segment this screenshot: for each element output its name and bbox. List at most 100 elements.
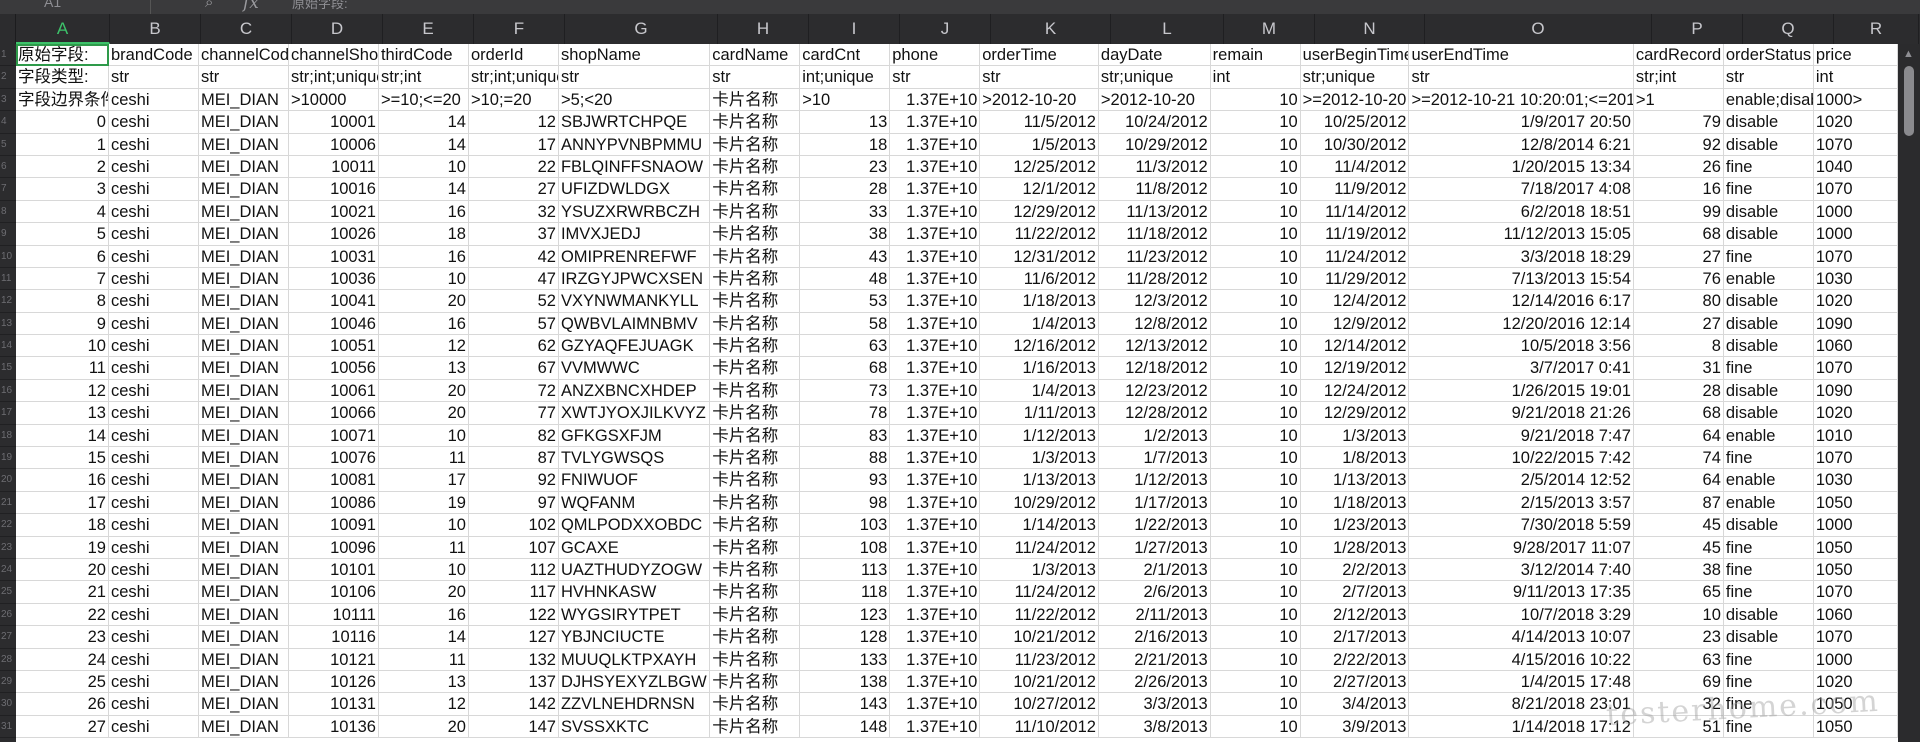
row-header[interactable]: 19 — [0, 447, 16, 470]
cell-b4[interactable]: ceshi — [108, 111, 199, 134]
cell-n29[interactable]: 2/27/2013 — [1300, 670, 1410, 694]
cell-i5[interactable]: 18 — [800, 133, 891, 156]
cell-j7[interactable]: 1.37E+10 — [890, 178, 981, 201]
cell-d16[interactable]: 10061 — [288, 379, 379, 403]
cell-n20[interactable]: 1/13/2013 — [1300, 469, 1410, 492]
cell-n16[interactable]: 12/24/2012 — [1300, 379, 1410, 403]
cell-e3[interactable]: >=10;<=20 — [378, 88, 469, 112]
cell-a12[interactable]: 8 — [16, 290, 109, 313]
cell-e31[interactable]: 20 — [378, 715, 469, 739]
cell-q18[interactable]: enable — [1723, 424, 1814, 448]
cell-b9[interactable]: ceshi — [108, 223, 199, 246]
cell-j19[interactable]: 1.37E+10 — [890, 447, 981, 470]
cell-i1[interactable]: cardCnt — [800, 44, 891, 67]
cell-j24[interactable]: 1.37E+10 — [890, 558, 981, 582]
cell-e7[interactable]: 14 — [378, 178, 469, 201]
cell-p25[interactable]: 65 — [1633, 581, 1724, 604]
cell-c8[interactable]: MEI_DIAN — [198, 200, 289, 224]
cell-d11[interactable]: 10036 — [288, 267, 379, 291]
cell-q22[interactable]: disable — [1723, 514, 1814, 537]
cell-o2[interactable]: str — [1409, 66, 1634, 89]
cell-g18[interactable]: GFKGSXFJM — [558, 424, 711, 448]
cell-i3[interactable]: >10 — [800, 88, 891, 112]
row-header[interactable]: 20 — [0, 469, 16, 492]
cell-o17[interactable]: 9/21/2018 21:26 — [1409, 402, 1634, 425]
cell-q13[interactable]: disable — [1723, 312, 1814, 336]
cell-i29[interactable]: 138 — [800, 670, 891, 694]
cell-r27[interactable]: 1070 — [1813, 626, 1898, 649]
cell-g11[interactable]: IRZGYJPWCXSEN — [558, 267, 711, 291]
cell-r17[interactable]: 1020 — [1813, 402, 1898, 425]
cell-r10[interactable]: 1070 — [1813, 245, 1898, 268]
cell-i10[interactable]: 43 — [800, 245, 891, 268]
cell-a23[interactable]: 19 — [16, 536, 109, 559]
column-header-d[interactable]: D — [292, 14, 383, 44]
cell-o19[interactable]: 10/22/2015 7:42 — [1409, 447, 1634, 470]
cell-c7[interactable]: MEI_DIAN — [198, 178, 289, 201]
cell-k3[interactable]: >2012-10-20 — [980, 88, 1099, 112]
cell-f30[interactable]: 142 — [468, 693, 559, 716]
cell-q9[interactable]: disable — [1723, 223, 1814, 246]
cell-k10[interactable]: 12/31/2012 — [980, 245, 1099, 268]
cell-j6[interactable]: 1.37E+10 — [890, 155, 981, 179]
cell-e21[interactable]: 19 — [378, 491, 469, 515]
cell-d31[interactable]: 10136 — [288, 715, 379, 739]
cell-f6[interactable]: 22 — [468, 155, 559, 179]
cell-a29[interactable]: 25 — [16, 670, 109, 694]
row-header[interactable]: 28 — [0, 649, 16, 671]
cell-r31[interactable]: 1050 — [1813, 715, 1898, 739]
cell-l5[interactable]: 10/29/2012 — [1098, 133, 1211, 156]
cell-r14[interactable]: 1060 — [1813, 335, 1898, 358]
cell-e4[interactable]: 14 — [378, 111, 469, 134]
cell-n18[interactable]: 1/3/2013 — [1300, 424, 1410, 448]
cell-g14[interactable]: GZYAQFEJUAGK — [558, 335, 711, 358]
cell-h29[interactable]: 卡片名称 — [710, 670, 801, 694]
cell-p20[interactable]: 64 — [1633, 469, 1724, 492]
cell-d25[interactable]: 10106 — [288, 581, 379, 604]
cell-q23[interactable]: fine — [1723, 536, 1814, 559]
cell-o6[interactable]: 1/20/2015 13:34 — [1409, 155, 1634, 179]
cell-a2[interactable]: 字段类型: — [16, 66, 109, 89]
cell-c6[interactable]: MEI_DIAN — [198, 155, 289, 179]
cell-p14[interactable]: 8 — [1633, 335, 1724, 358]
cell-c25[interactable]: MEI_DIAN — [198, 581, 289, 604]
cell-a13[interactable]: 9 — [16, 312, 109, 336]
cell-o1[interactable]: userEndTime — [1409, 44, 1634, 67]
cell-m9[interactable]: 10 — [1210, 223, 1301, 246]
cell-p3[interactable]: >1 — [1633, 88, 1724, 112]
cell-j23[interactable]: 1.37E+10 — [890, 536, 981, 559]
cell-d20[interactable]: 10081 — [288, 469, 379, 492]
cell-h14[interactable]: 卡片名称 — [710, 335, 801, 358]
cell-f16[interactable]: 72 — [468, 379, 559, 403]
search-icon[interactable]: ⌕ — [205, 0, 213, 11]
cell-m26[interactable]: 10 — [1210, 603, 1301, 627]
cell-g5[interactable]: ANNYPVNBPMMU — [558, 133, 711, 156]
cell-c14[interactable]: MEI_DIAN — [198, 335, 289, 358]
cell-q1[interactable]: orderStatus — [1723, 44, 1814, 67]
cell-d5[interactable]: 10006 — [288, 133, 379, 156]
cell-d3[interactable]: >10000 — [288, 88, 379, 112]
cell-q19[interactable]: fine — [1723, 447, 1814, 470]
cell-m31[interactable]: 10 — [1210, 715, 1301, 739]
cell-n4[interactable]: 10/25/2012 — [1300, 111, 1410, 134]
cell-m13[interactable]: 10 — [1210, 312, 1301, 336]
cell-f22[interactable]: 102 — [468, 514, 559, 537]
row-header[interactable]: 29 — [0, 671, 16, 694]
cell-e6[interactable]: 10 — [378, 155, 469, 179]
cell-k22[interactable]: 1/14/2013 — [980, 514, 1099, 537]
column-header-j[interactable]: J — [900, 14, 991, 44]
cell-i26[interactable]: 123 — [800, 603, 891, 627]
cell-e26[interactable]: 16 — [378, 603, 469, 627]
cell-b11[interactable]: ceshi — [108, 267, 199, 291]
row-header[interactable]: 18 — [0, 425, 16, 448]
column-header-f[interactable]: F — [474, 14, 565, 44]
cell-a11[interactable]: 7 — [16, 267, 109, 291]
cell-d21[interactable]: 10086 — [288, 491, 379, 515]
cell-g29[interactable]: DJHSYEXYZLBGW — [558, 670, 711, 694]
cell-n24[interactable]: 2/2/2013 — [1300, 558, 1410, 582]
cell-n25[interactable]: 2/7/2013 — [1300, 581, 1410, 604]
row-header[interactable]: 15 — [0, 357, 16, 380]
cell-o25[interactable]: 9/11/2013 17:35 — [1409, 581, 1634, 604]
cell-p11[interactable]: 76 — [1633, 267, 1724, 291]
row-header[interactable]: 12 — [0, 290, 16, 313]
